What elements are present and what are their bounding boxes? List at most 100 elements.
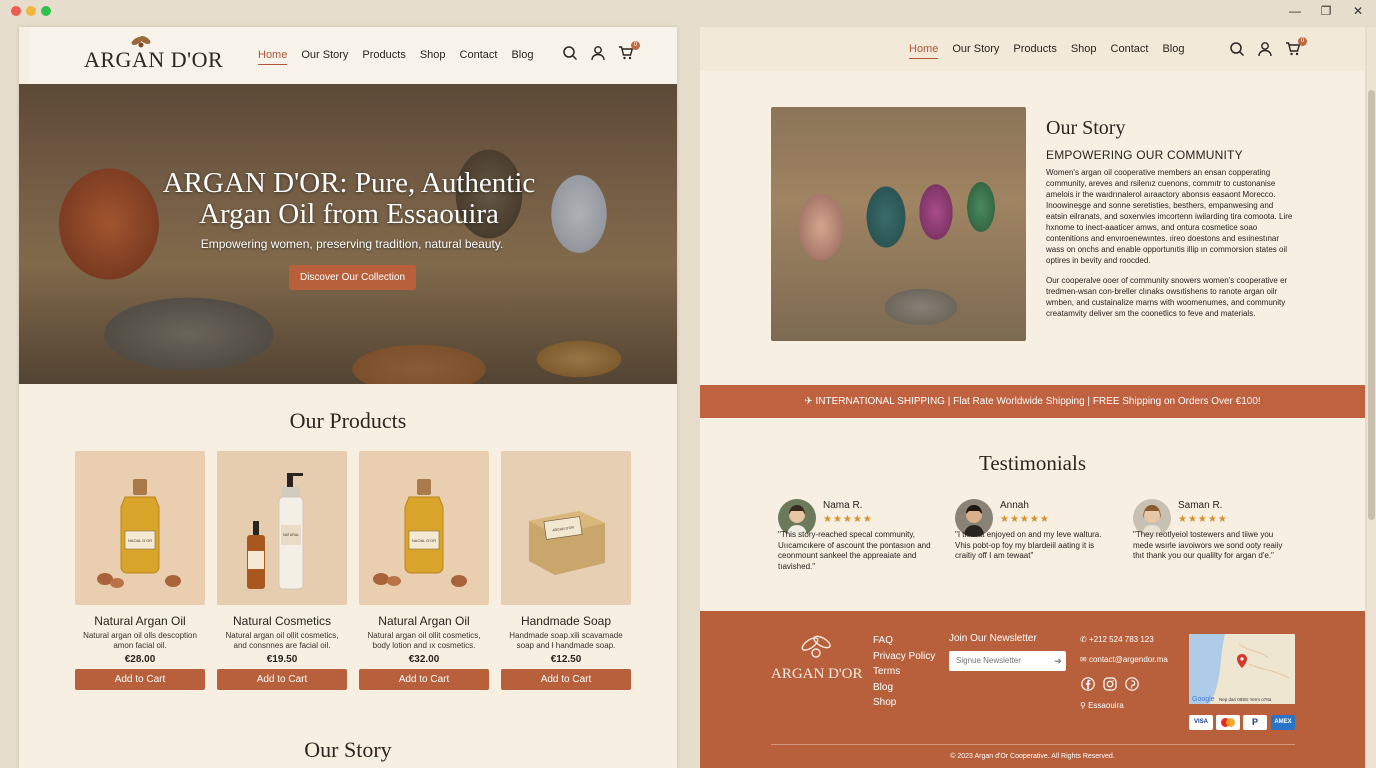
minimize-button[interactable]: — <box>1287 3 1303 19</box>
footer-link-shop[interactable]: Shop <box>873 695 935 711</box>
map-graphic: Google Nep dari 0IDEI Yerm o7Ita <box>1189 634 1295 704</box>
hero-title-line-2: Argan Oil from Essaouira <box>199 198 499 230</box>
product-card: NAOAL D'OR Natural Argan Oil Natural arg… <box>75 451 205 690</box>
hero-title: ARGAN D'OR: Pure, Authentic Argan Oil fr… <box>139 168 559 230</box>
testimonial-name: Annah <box>1000 500 1029 511</box>
location-pin-icon: ⚲ <box>1080 701 1089 710</box>
argan-oil-bottle-icon: NAOAL D'OR <box>373 479 467 587</box>
close-button[interactable]: ✕ <box>1350 3 1366 19</box>
discover-collection-button[interactable]: Discover Our Collection <box>289 265 416 290</box>
scrollbar-thumb[interactable] <box>1368 90 1375 520</box>
main-nav: Home Our Story Products Shop Contact Blo… <box>909 43 1185 59</box>
svg-text:NATURAL: NATURAL <box>283 533 299 537</box>
pinterest-icon[interactable] <box>1125 677 1139 691</box>
product-image[interactable]: NATURAL <box>217 451 347 605</box>
nav-our-story[interactable]: Our Story <box>952 43 999 59</box>
mastercard-icon <box>1216 715 1240 730</box>
product-price: €19.50 <box>266 654 298 665</box>
our-story-section-title: Our Story <box>304 737 392 762</box>
testimonials-title: Testimonials <box>978 451 1087 475</box>
hero-banner: ARGAN D'OR: Pure, Authentic Argan Oil fr… <box>19 84 677 384</box>
hero-subtitle: Empowering women, preserving tradition, … <box>200 237 504 251</box>
nav-contact[interactable]: Contact <box>1111 43 1149 59</box>
brand-logo[interactable]: ARGAN D'OR <box>84 47 223 73</box>
main-nav: Home Our Story Products Shop Contact Blo… <box>258 49 534 65</box>
product-image[interactable]: NAOAL D'OR <box>75 451 205 605</box>
add-to-cart-button[interactable]: Add to Cart <box>501 669 631 690</box>
nav-home[interactable]: Home <box>258 49 288 65</box>
product-price: €28.00 <box>124 654 156 665</box>
zoom-window-dot[interactable] <box>41 6 51 16</box>
instagram-icon[interactable] <box>1103 677 1117 691</box>
add-to-cart-button[interactable]: Add to Cart <box>75 669 205 690</box>
cart-button[interactable]: 0 <box>1285 37 1307 57</box>
nav-products[interactable]: Products <box>362 49 405 65</box>
footer-link-privacy[interactable]: Privacy Policy <box>873 649 935 665</box>
header-icons: 0 <box>562 41 640 61</box>
location-map[interactable]: Google Nep dari 0IDEI Yerm o7Ita <box>1189 634 1295 704</box>
account-icon[interactable] <box>590 45 606 61</box>
svg-text:Nep dari 0IDEI Yerm o7Ita: Nep dari 0IDEI Yerm o7Ita <box>1219 697 1272 702</box>
maximize-button[interactable]: ❐ <box>1318 3 1334 19</box>
product-image[interactable]: ARGAN D'OR <box>501 451 631 605</box>
product-name: Natural Argan Oil <box>378 614 470 628</box>
footer-brand-logo[interactable]: ARGAN D'OR <box>771 666 862 683</box>
star-rating: ★★★★★ <box>1178 514 1228 525</box>
product-description: Natural argan oil ollit cosmetics, body l… <box>367 631 481 650</box>
add-to-cart-button[interactable]: Add to Cart <box>359 669 489 690</box>
footer-phone: ✆ +212 524 783 123 <box>1080 635 1154 644</box>
nav-blog[interactable]: Blog <box>511 49 533 65</box>
newsletter-submit-arrow-icon[interactable]: ➔ <box>1050 651 1066 671</box>
testimonial-text: "This story-reached specal community, Uı… <box>778 530 931 571</box>
product-price: €32.00 <box>408 654 440 665</box>
footer-link-faq[interactable]: FAQ <box>873 633 935 649</box>
shipping-bold-2: FREE <box>1092 396 1120 407</box>
newsletter-title: Join Our Newsletter <box>949 633 1037 644</box>
nav-shop[interactable]: Shop <box>1071 43 1097 59</box>
hero-title-line-1: ARGAN D'OR: Pure, Authentic <box>162 167 536 199</box>
testimonial-name: Nama R. <box>823 500 863 511</box>
products-section-title: Our Products <box>289 408 407 433</box>
header-icons: 0 <box>1229 37 1307 57</box>
shipping-bold-1: INTERNATIONAL SHIPPING <box>815 396 945 407</box>
nav-shop[interactable]: Shop <box>420 49 446 65</box>
nav-products[interactable]: Products <box>1013 43 1056 59</box>
footer-location: ⚲ Essaouira <box>1080 701 1124 710</box>
add-to-cart-button[interactable]: Add to Cart <box>217 669 347 690</box>
star-rating: ★★★★★ <box>1000 514 1050 525</box>
product-description: Natural argan oil olls descoption amon fa… <box>83 631 197 650</box>
nav-blog[interactable]: Blog <box>1162 43 1184 59</box>
close-window-dot[interactable] <box>11 6 21 16</box>
shipping-text-1: | Flat Rate Worldwide Shipping | <box>944 396 1093 407</box>
footer-link-terms[interactable]: Terms <box>873 664 935 680</box>
story-paragraph-2: Our cooperalve ooer of community snowers… <box>1046 276 1288 318</box>
product-image[interactable]: NAOAL D'OR <box>359 451 489 605</box>
nav-home[interactable]: Home <box>909 43 939 59</box>
soap-bar-icon: ARGAN D'OR <box>529 511 605 575</box>
account-icon[interactable] <box>1257 41 1273 57</box>
product-price: €12.50 <box>550 654 582 665</box>
testimonial-name: Saman R. <box>1178 500 1223 511</box>
amex-icon: AMEX <box>1271 715 1295 730</box>
newsletter-email-input[interactable] <box>949 651 1066 671</box>
cart-count-badge: 0 <box>1298 37 1307 46</box>
phone-icon: ✆ <box>1080 635 1089 644</box>
search-icon[interactable] <box>562 45 578 61</box>
product-name: Handmade Soap <box>520 614 612 628</box>
footer-email[interactable]: ✉ contact@argendor.ma <box>1080 655 1168 664</box>
footer-link-blog[interactable]: Blog <box>873 680 935 696</box>
product-card: NATURAL Natural Cosmetics Natural argan … <box>217 451 347 690</box>
visa-icon: VISA <box>1189 715 1213 730</box>
product-name: Natural Cosmetics <box>232 614 332 628</box>
site-header: Home Our Story Products Shop Contact Blo… <box>700 27 1365 71</box>
cart-button[interactable]: 0 <box>618 41 640 61</box>
nav-our-story[interactable]: Our Story <box>301 49 348 65</box>
nav-contact[interactable]: Contact <box>460 49 498 65</box>
search-icon[interactable] <box>1229 41 1245 57</box>
star-rating: ★★★★★ <box>823 514 873 525</box>
minimize-window-dot[interactable] <box>26 6 36 16</box>
cart-count-badge: 0 <box>631 41 640 50</box>
paypal-icon: P <box>1243 715 1267 730</box>
cosmetics-bottles-icon: NATURAL <box>247 473 304 590</box>
facebook-icon[interactable] <box>1081 677 1095 691</box>
